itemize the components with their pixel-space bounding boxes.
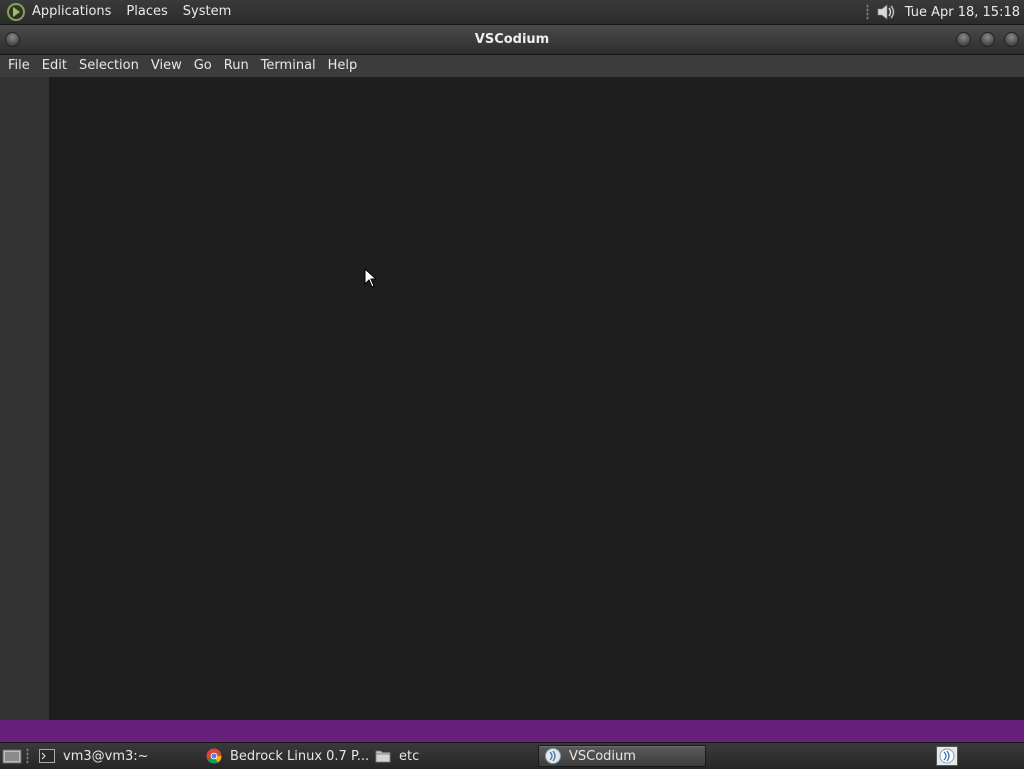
task-vscodium[interactable]: VSCodium bbox=[538, 745, 706, 767]
folder-icon bbox=[375, 750, 391, 763]
menu-help[interactable]: Help bbox=[322, 55, 364, 77]
maximize-button[interactable] bbox=[980, 32, 995, 47]
menu-view[interactable]: View bbox=[145, 55, 188, 77]
panel-separator bbox=[865, 4, 869, 20]
task-file-manager[interactable]: etc bbox=[369, 745, 533, 767]
task-label: Bedrock Linux 0.7 P... bbox=[230, 748, 370, 764]
mouse-pointer-icon bbox=[364, 268, 378, 288]
top-panel: Applications Places System Tue Apr 18, 1… bbox=[0, 0, 1024, 25]
tray-vscodium-icon[interactable] bbox=[936, 746, 958, 766]
clock[interactable]: Tue Apr 18, 15:18 bbox=[905, 5, 1020, 20]
close-button[interactable] bbox=[1004, 32, 1019, 47]
task-label: VSCodium bbox=[569, 748, 636, 764]
activity-bar[interactable] bbox=[0, 77, 49, 720]
vscodium-icon bbox=[545, 748, 561, 764]
task-label: etc bbox=[399, 748, 420, 764]
status-bar[interactable] bbox=[0, 720, 1024, 742]
places-menu[interactable]: Places bbox=[126, 0, 167, 24]
distro-logo-icon[interactable] bbox=[6, 2, 26, 22]
menu-run[interactable]: Run bbox=[218, 55, 255, 77]
window-title: VSCodium bbox=[474, 32, 550, 47]
menu-file[interactable]: File bbox=[0, 55, 36, 77]
system-menu[interactable]: System bbox=[183, 0, 231, 24]
chrome-icon bbox=[206, 748, 222, 764]
editor-area[interactable] bbox=[49, 77, 1024, 720]
menu-terminal[interactable]: Terminal bbox=[255, 55, 322, 77]
task-label: vm3@vm3:~ bbox=[63, 748, 149, 764]
window-titlebar[interactable]: VSCodium bbox=[0, 25, 1024, 55]
show-desktop-icon[interactable] bbox=[2, 747, 22, 765]
terminal-icon bbox=[39, 749, 55, 763]
app-menubar: File Edit Selection View Go Run Terminal… bbox=[0, 55, 1024, 77]
task-browser[interactable]: Bedrock Linux 0.7 P... bbox=[200, 745, 372, 767]
applications-menu[interactable]: Applications bbox=[32, 0, 111, 24]
task-terminal[interactable]: vm3@vm3:~ bbox=[33, 745, 197, 767]
bottom-taskbar: vm3@vm3:~ Bedrock Linux 0.7 P... etc VSC… bbox=[0, 742, 1024, 769]
taskbar-separator bbox=[26, 748, 29, 764]
minimize-button[interactable] bbox=[956, 32, 971, 47]
volume-icon[interactable] bbox=[875, 2, 897, 22]
menu-edit[interactable]: Edit bbox=[36, 55, 73, 77]
menu-selection[interactable]: Selection bbox=[73, 55, 145, 77]
menu-go[interactable]: Go bbox=[188, 55, 218, 77]
